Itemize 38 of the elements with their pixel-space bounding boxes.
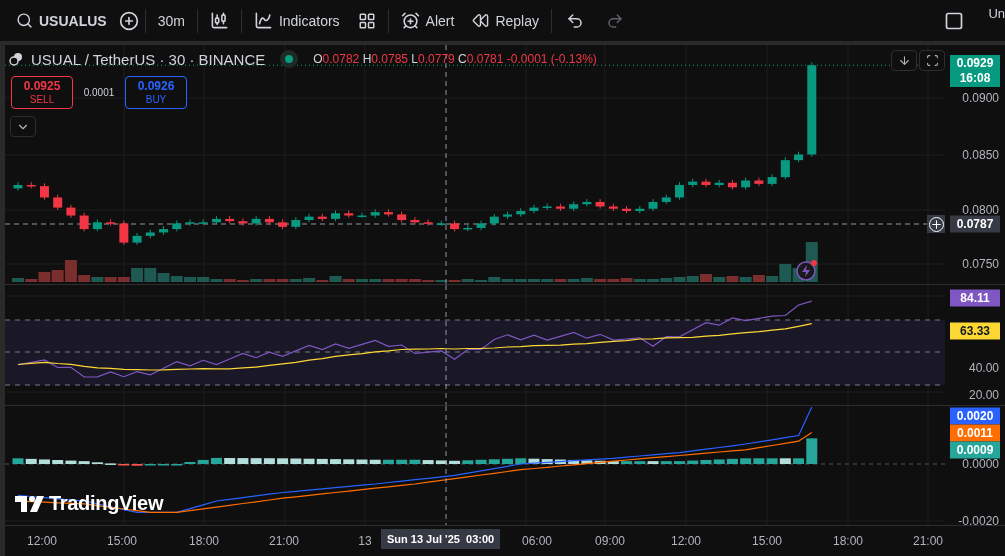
macd-value-badge: 0.0020 [950,407,1000,425]
spread-value: 0.0001 [82,87,116,98]
sell-button[interactable]: 0.0925 SELL [11,76,73,109]
symbol-search[interactable]: USUALUS [10,8,113,33]
rsi-tick: 20.00 [968,388,999,402]
time-tick: 15:00 [752,534,782,548]
time-tick: 12:00 [27,534,57,548]
last-price-badge: 0.0929 16:08 [950,55,1000,87]
rsi-tick: 40.00 [968,361,999,375]
time-tick: 12:00 [671,534,701,548]
toolbar-label[interactable]: Un [988,6,1005,21]
buy-button[interactable]: 0.0926 BUY [125,76,187,109]
macd-tick: -0.0020 [958,514,999,528]
time-tick: 09:00 [595,534,625,548]
ohlc-values: O0.0782 H0.0785 L0.0779 C0.0781 -0.0001 (-0.13%) [313,52,597,66]
crosshair-time-label: Sun 13 Jul '25 03:00 [381,529,501,549]
symbol-title: USUAL / TetherUS · 30 · BINANCE [31,50,266,68]
macd-value-badge: 0.0009 [950,441,1000,459]
macd-value-badge: 0.0011 [950,424,1000,442]
alert-button[interactable]: Alert [394,7,461,34]
crosshair-price-badge: 0.0787 [950,215,1000,233]
interval-button[interactable]: 30m [151,8,191,33]
time-tick: 21:00 [913,534,943,548]
time-tick: 15:00 [107,534,137,548]
time-tick: 13 [358,534,372,548]
time-tick: 21:00 [269,534,299,548]
rsi-value-badge: 84.11 [950,289,1000,307]
time-tick: 18:00 [833,534,863,548]
replay-button[interactable]: Replay [466,8,545,33]
time-tick: 06:00 [522,534,552,548]
time-tick: 18:00 [189,534,219,548]
price-tick: 0.0750 [962,257,999,271]
macd-tick: 0.0000 [962,457,999,471]
indicators-button[interactable]: Indicators [247,7,346,34]
price-tick: 0.0900 [962,91,999,105]
price-tick: 0.0850 [962,148,999,162]
rsi-value-badge: 63.33 [950,322,1000,340]
price-tick: 0.0800 [962,203,999,217]
